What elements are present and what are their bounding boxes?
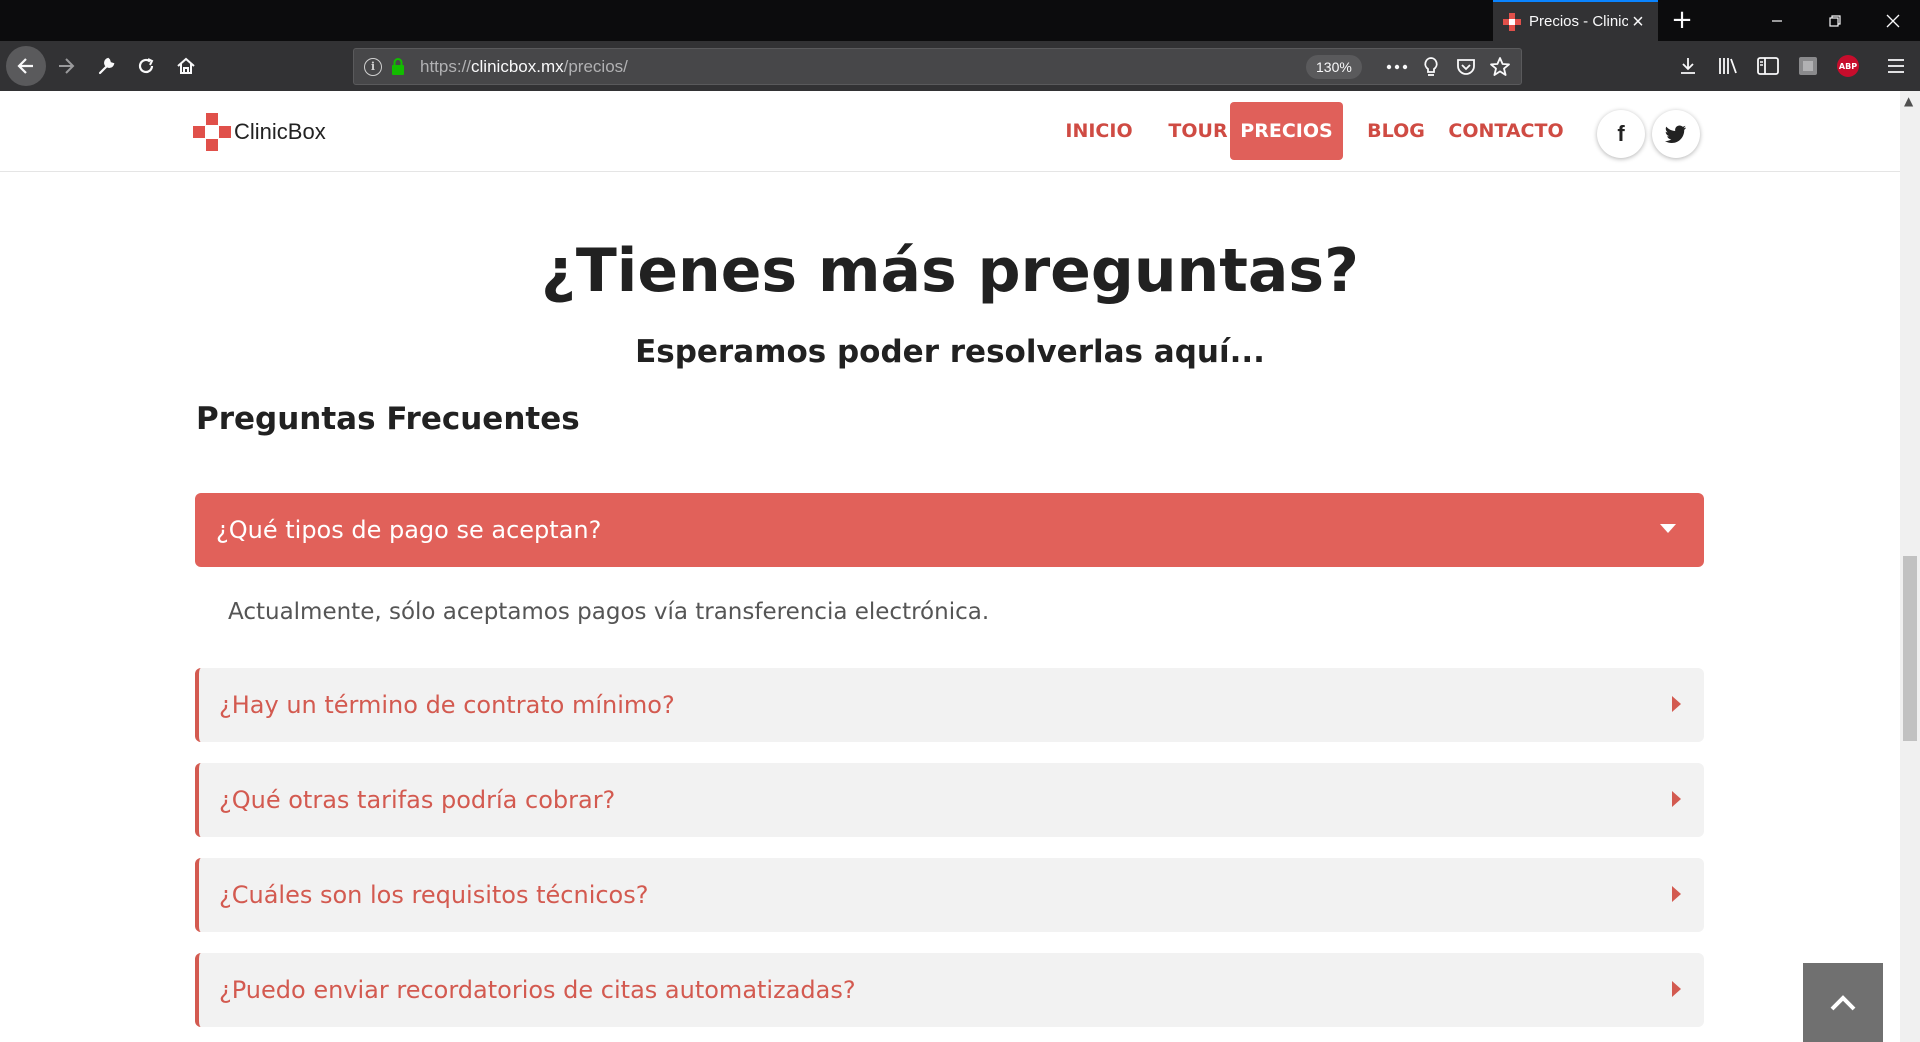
faq-item-fees[interactable]: ¿Qué otras tarifas podría cobrar? (195, 763, 1704, 837)
sidebar-icon (1757, 57, 1779, 75)
faq-item-contract[interactable]: ¿Hay un término de contrato mínimo? (195, 668, 1704, 742)
web-page: ClinicBox INICIO TOUR PRECIOS BLOG CONTA… (0, 91, 1900, 1042)
nav-contacto[interactable]: CONTACTO (1441, 102, 1571, 160)
faq-question: ¿Qué otras tarifas podría cobrar? (219, 786, 616, 814)
sidebar-button[interactable] (1752, 50, 1784, 82)
site-logo[interactable]: ClinicBox (193, 113, 326, 151)
downloads-button[interactable] (1672, 50, 1704, 82)
home-button[interactable] (168, 48, 204, 84)
forward-button[interactable] (48, 48, 84, 84)
menu-button[interactable] (1880, 50, 1912, 82)
developer-tools-button[interactable] (88, 48, 124, 84)
nav-inicio[interactable]: INICIO (1045, 102, 1153, 160)
pocket-icon[interactable] (1452, 54, 1480, 80)
library-icon (1719, 58, 1737, 74)
extension-button[interactable] (1792, 50, 1824, 82)
reload-icon (138, 58, 154, 74)
browser-tab[interactable]: Precios - ClinicBox × (1493, 0, 1658, 41)
minimize-button[interactable] (1754, 0, 1800, 41)
chevron-up-icon (1830, 995, 1856, 1011)
faq-answer: Actualmente, sólo aceptamos pagos vía tr… (228, 599, 990, 625)
forward-arrow-icon (59, 58, 75, 74)
page-actions-icon[interactable] (1383, 54, 1411, 80)
library-button[interactable] (1712, 50, 1744, 82)
zoom-level-badge[interactable]: 130% (1306, 55, 1362, 79)
facebook-icon: f (1617, 121, 1625, 146)
reload-button[interactable] (128, 48, 164, 84)
restore-button[interactable] (1812, 0, 1858, 41)
adblock-button[interactable]: ABP (1832, 50, 1864, 82)
facebook-button[interactable]: f (1597, 110, 1645, 158)
home-icon (177, 57, 195, 74)
extension-icon (1799, 57, 1817, 75)
nav-precios[interactable]: PRECIOS (1230, 102, 1343, 160)
clinicbox-favicon-icon (1503, 12, 1521, 31)
lightbulb-icon[interactable] (1417, 54, 1445, 80)
back-button[interactable] (6, 46, 46, 86)
close-window-button[interactable] (1870, 0, 1916, 41)
caret-right-icon (1672, 981, 1681, 997)
tab-title: Precios - ClinicBox (1529, 13, 1628, 30)
browser-titlebar: Precios - ClinicBox × + (0, 0, 1920, 41)
twitter-button[interactable] (1652, 110, 1700, 158)
site-info-icon[interactable]: i (364, 58, 382, 76)
bookmark-star-icon[interactable] (1486, 54, 1514, 80)
caret-right-icon (1672, 886, 1681, 902)
faq-question: ¿Hay un término de contrato mínimo? (219, 691, 675, 719)
twitter-icon (1665, 125, 1686, 143)
browser-toolbar: i https://clinicbox.mx/precios/ 130% ABP (0, 41, 1920, 91)
site-header: ClinicBox INICIO TOUR PRECIOS BLOG CONTA… (0, 91, 1900, 172)
scroll-up-icon[interactable]: ▲ (1904, 94, 1913, 108)
faq-question: ¿Qué tipos de pago se aceptan? (216, 516, 602, 544)
page-subtitle: Esperamos poder resolverlas aquí... (635, 334, 1265, 370)
new-tab-button[interactable]: + (1666, 4, 1698, 36)
url-text[interactable]: https://clinicbox.mx/precios/ (420, 57, 628, 77)
tab-close-icon[interactable]: × (1628, 12, 1648, 32)
faq-item-requirements[interactable]: ¿Cuáles son los requisitos técnicos? (195, 858, 1704, 932)
caret-right-icon (1672, 791, 1681, 807)
faq-item-reminders[interactable]: ¿Puedo enviar recordatorios de citas aut… (195, 953, 1704, 1027)
page-scrollbar[interactable]: ▲ (1900, 91, 1920, 1042)
nav-blog[interactable]: BLOG (1350, 102, 1442, 160)
back-to-top-button[interactable] (1803, 963, 1883, 1042)
logo-text: ClinicBox (234, 119, 326, 144)
clinicbox-logo-icon (193, 113, 231, 151)
wrench-icon (98, 57, 115, 75)
faq-question: ¿Cuáles son los requisitos técnicos? (219, 881, 649, 909)
caret-down-icon (1660, 524, 1676, 533)
hamburger-menu-icon (1888, 59, 1904, 73)
url-bar[interactable]: i https://clinicbox.mx/precios/ 130% (353, 48, 1522, 85)
faq-item-payment[interactable]: ¿Qué tipos de pago se aceptan? (195, 493, 1704, 567)
faq-heading: Preguntas Frecuentes (196, 401, 580, 437)
adblock-plus-icon: ABP (1837, 55, 1859, 77)
scrollbar-thumb[interactable] (1903, 556, 1917, 741)
page-title: ¿Tienes más preguntas? (541, 236, 1359, 306)
lock-icon[interactable] (391, 57, 405, 77)
download-icon (1681, 58, 1695, 74)
caret-right-icon (1672, 696, 1681, 712)
back-arrow-icon (17, 58, 33, 74)
faq-question: ¿Puedo enviar recordatorios de citas aut… (219, 976, 856, 1004)
